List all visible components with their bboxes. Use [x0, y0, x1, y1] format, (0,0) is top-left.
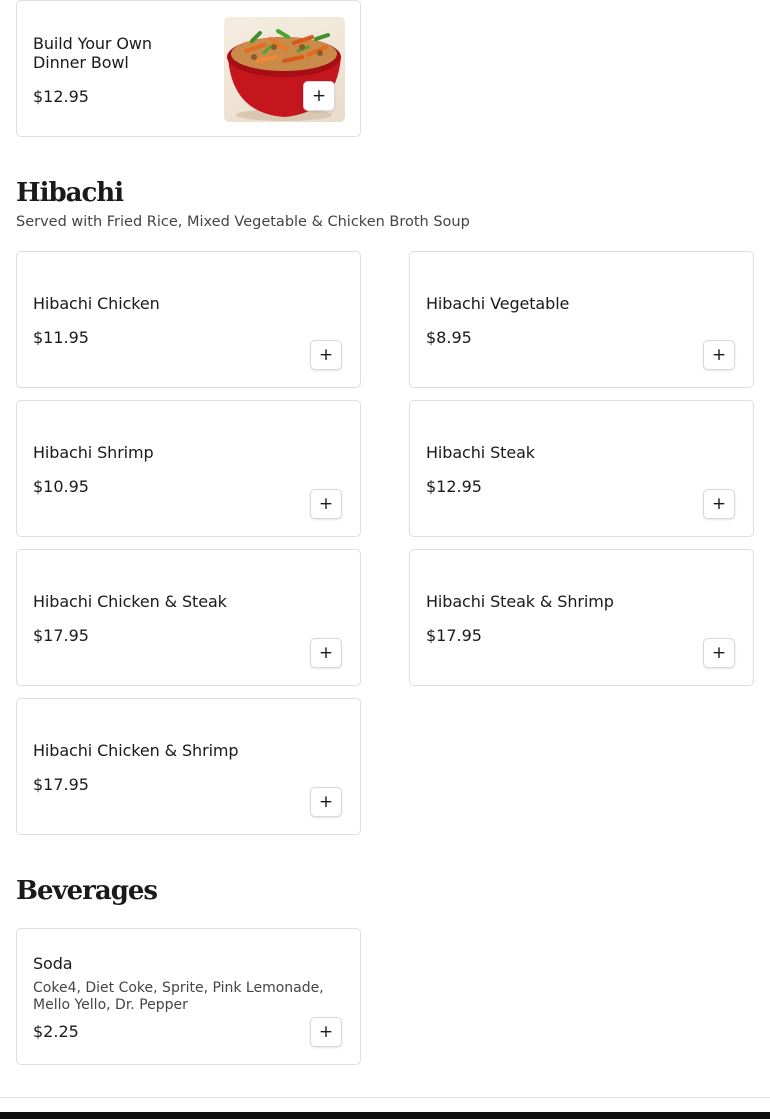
plus-icon: +: [318, 493, 334, 514]
menu-item-name: Hibachi Chicken & Steak: [33, 592, 227, 611]
add-to-cart-button[interactable]: +: [310, 638, 342, 668]
menu-item-name: Hibachi Chicken & Shrimp: [33, 741, 239, 760]
add-to-cart-button[interactable]: +: [703, 638, 735, 668]
add-to-cart-button[interactable]: +: [703, 340, 735, 370]
menu-item-card[interactable]: Hibachi Chicken & Steak $17.95 +: [16, 549, 361, 686]
plus-icon: +: [711, 344, 727, 365]
menu-item-card[interactable]: Hibachi Steak & Shrimp $17.95 +: [409, 549, 754, 686]
menu-item-name: Hibachi Shrimp: [33, 443, 154, 462]
menu-item-card-build-your-own-dinner-bowl[interactable]: Build Your Own Dinner Bowl $12.95 +: [16, 0, 361, 137]
add-to-cart-button[interactable]: +: [703, 489, 735, 519]
section-title-hibachi: Hibachi: [16, 178, 124, 208]
menu-item-price: $8.95: [426, 328, 472, 347]
menu-item-name: Hibachi Steak & Shrimp: [426, 592, 614, 611]
menu-item-name: Build Your Own Dinner Bowl: [33, 34, 152, 72]
menu-item-price: $12.95: [33, 87, 89, 106]
add-to-cart-button[interactable]: +: [310, 1017, 342, 1047]
add-to-cart-button[interactable]: +: [303, 81, 335, 111]
menu-item-price: $10.95: [33, 477, 89, 496]
footer-divider: [0, 1097, 770, 1098]
menu-item-name: Hibachi Steak: [426, 443, 535, 462]
plus-icon: +: [318, 344, 334, 365]
plus-icon: +: [318, 1021, 334, 1042]
add-to-cart-button[interactable]: +: [310, 787, 342, 817]
plus-icon: +: [318, 642, 334, 663]
add-to-cart-button[interactable]: +: [310, 340, 342, 370]
footer-bar: [0, 1112, 770, 1119]
menu-item-card[interactable]: Hibachi Vegetable $8.95 +: [409, 251, 754, 388]
plus-icon: +: [311, 85, 327, 106]
menu-item-price: $2.25: [33, 1022, 79, 1041]
menu-item-price: $17.95: [426, 626, 482, 645]
add-to-cart-button[interactable]: +: [310, 489, 342, 519]
menu-item-name: Hibachi Chicken: [33, 294, 160, 313]
menu-item-description: Coke4, Diet Coke, Sprite, Pink Lemonade,…: [33, 980, 324, 1013]
menu-item-card-soda[interactable]: Soda Coke4, Diet Coke, Sprite, Pink Lemo…: [16, 928, 361, 1065]
menu-item-card[interactable]: Hibachi Shrimp $10.95 +: [16, 400, 361, 537]
menu-item-price: $17.95: [33, 626, 89, 645]
menu-item-card[interactable]: Hibachi Chicken & Shrimp $17.95 +: [16, 698, 361, 835]
plus-icon: +: [318, 791, 334, 812]
section-title-beverages: Beverages: [16, 876, 158, 906]
menu-item-price: $12.95: [426, 477, 482, 496]
menu-item-name: Soda: [33, 954, 73, 973]
menu-item-name: Hibachi Vegetable: [426, 294, 570, 313]
plus-icon: +: [711, 642, 727, 663]
menu-item-price: $17.95: [33, 775, 89, 794]
menu-item-card[interactable]: Hibachi Steak $12.95 +: [409, 400, 754, 537]
menu-item-card[interactable]: Hibachi Chicken $11.95 +: [16, 251, 361, 388]
section-subtitle-hibachi: Served with Fried Rice, Mixed Vegetable …: [16, 214, 470, 230]
plus-icon: +: [711, 493, 727, 514]
menu-item-price: $11.95: [33, 328, 89, 347]
